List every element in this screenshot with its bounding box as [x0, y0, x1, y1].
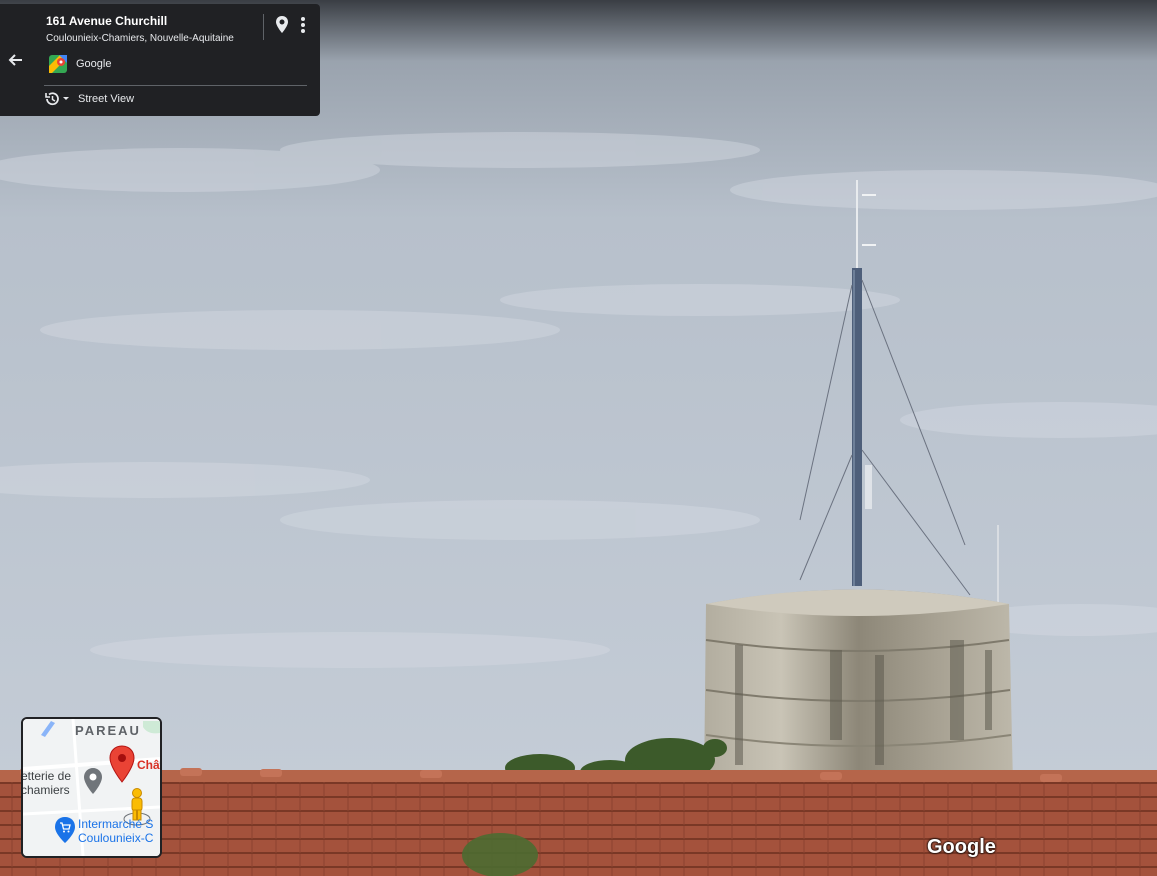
minimap[interactable]: PAREAU Chât etterie de chamiers Intermar…: [21, 717, 162, 858]
tiled-roof: [0, 768, 1157, 876]
shopping-cart-icon: [55, 817, 75, 843]
horizontal-divider: [44, 85, 307, 86]
provider-row: Google: [48, 54, 111, 74]
location-pin-icon: [276, 16, 288, 33]
vertical-divider: [263, 14, 264, 40]
view-on-map-button[interactable]: [272, 14, 292, 36]
minimap-area-label: PAREAU: [75, 723, 141, 738]
location-info-card: 161 Avenue Churchill Coulounieix-Chamier…: [32, 4, 320, 116]
address-title: 161 Avenue Churchill: [46, 14, 168, 28]
street-view-panorama[interactable]: [0, 0, 1157, 876]
back-button[interactable]: [0, 4, 33, 116]
provider-label: Google: [76, 58, 112, 70]
more-options-button[interactable]: [294, 14, 312, 36]
minimap-supermarket-line2: Coulounieix-C: [78, 831, 154, 845]
minimap-supermarket-line1: Intermarché S: [78, 817, 154, 831]
grey-pin-icon: [84, 768, 102, 794]
more-vert-icon: [301, 17, 305, 33]
water-tower: [704, 589, 1013, 785]
history-icon: [45, 92, 69, 106]
minimap-place-line2: chamiers: [21, 783, 70, 797]
minimap-place-line1: etterie de: [21, 769, 72, 783]
time-travel-button[interactable]: Street View: [44, 91, 134, 107]
arrow-left-icon: [8, 54, 22, 66]
red-pin-icon: [109, 745, 135, 783]
address-subtitle: Coulounieix-Chamiers, Nouvelle-Aquitaine: [46, 33, 234, 44]
street-view-label: Street View: [78, 93, 135, 105]
minimap-place-chateau: Chât: [137, 758, 162, 772]
google-maps-logo-icon: [49, 55, 67, 73]
google-watermark: Google: [927, 836, 996, 858]
